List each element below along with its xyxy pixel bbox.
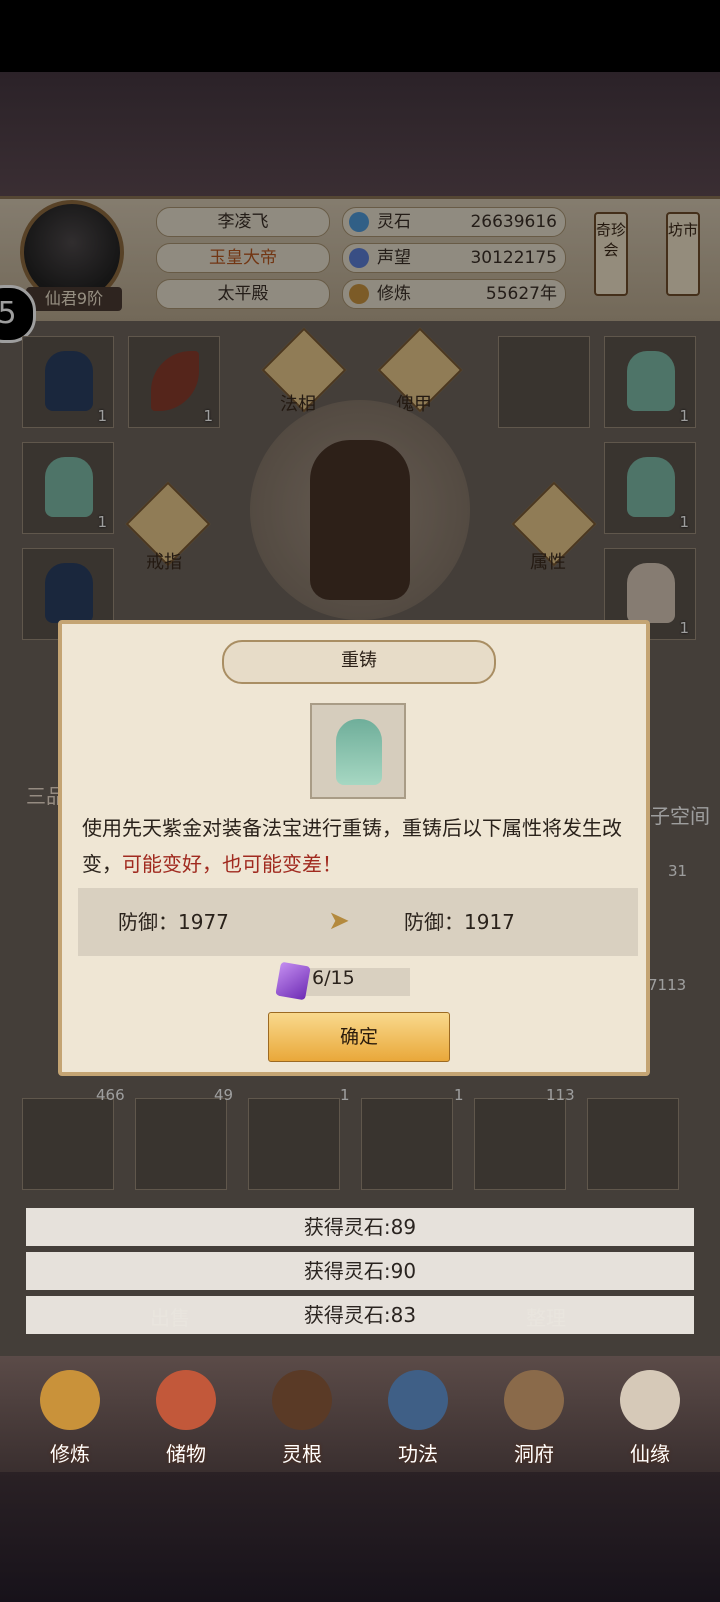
purple-gem-icon xyxy=(275,961,311,1001)
gourd-icon xyxy=(620,1370,680,1430)
toast-message: 获得灵石:90 xyxy=(26,1252,694,1290)
attribute-after: 防御：1917 xyxy=(404,910,515,934)
toast-message: 获得灵石:83 xyxy=(26,1296,694,1334)
nav-skills[interactable]: 功法 xyxy=(370,1362,466,1472)
nav-cultivate[interactable]: 修炼 xyxy=(22,1362,118,1472)
dialog-title: 重铸 xyxy=(222,640,496,684)
warning-text: 可能变好，也可能变差！ xyxy=(122,852,342,876)
monk-icon xyxy=(40,1370,100,1430)
status-bar xyxy=(0,0,720,72)
nav-storage[interactable]: 储物 xyxy=(138,1362,234,1472)
toast-message: 获得灵石:89 xyxy=(26,1208,694,1246)
bottom-background xyxy=(0,1472,720,1602)
bag-icon xyxy=(156,1370,216,1430)
dialog-description: 使用先天紫金对装备法宝进行重铸，重铸后以下属性将发生改变，可能变好，也可能变差！ xyxy=(82,816,622,876)
cost-count: 6/15 xyxy=(312,967,355,989)
attribute-compare-row: 防御：1977 防御：1917 xyxy=(78,888,638,956)
attribute-before: 防御：1977 xyxy=(118,910,229,934)
nav-fate[interactable]: 仙缘 xyxy=(602,1362,698,1472)
background-band xyxy=(0,72,720,197)
nav-spirit-root[interactable]: 灵根 xyxy=(254,1362,350,1472)
nav-cave[interactable]: 洞府 xyxy=(486,1362,582,1472)
book-icon xyxy=(388,1370,448,1430)
taiji-icon xyxy=(272,1370,332,1430)
jade-figure-icon xyxy=(336,719,382,785)
gate-icon xyxy=(504,1370,564,1430)
item-preview xyxy=(310,703,406,799)
arrow-right-icon: ➤ xyxy=(328,906,350,936)
confirm-button[interactable]: 确定 xyxy=(268,1012,450,1062)
